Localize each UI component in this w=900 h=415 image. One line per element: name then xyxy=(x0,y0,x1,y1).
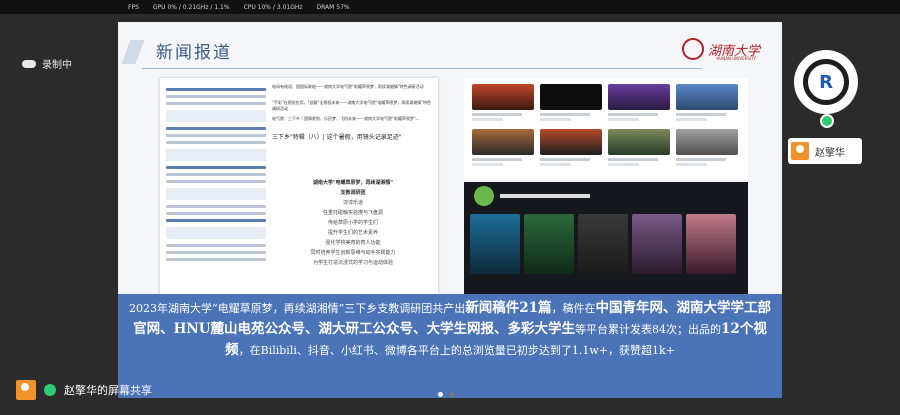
banner-text: ，在Bilibili、抖音、小红书、微博各平台上的总浏览量已初步达到了1.1w+… xyxy=(238,344,675,357)
presenter-tag[interactable]: 赵擎华 xyxy=(788,138,862,164)
news-article-screenshot: 电母有效语、国国际联结——湖南大学电气院"电耀草原梦，再续湖湘情"特色调研活动 … xyxy=(160,78,438,306)
video-card xyxy=(608,84,670,121)
page-dot[interactable] xyxy=(438,392,443,397)
gpu-readout: GPU 0% / 0.21GHz / 1.1% xyxy=(152,3,230,11)
poem-line: 谆谆乐道 xyxy=(342,200,363,206)
camera-logo-icon: R xyxy=(803,59,849,105)
slide-title: 新闻报道 xyxy=(156,43,232,63)
poem-line: 湖南大学"电耀草原梦，再续湖湘情" xyxy=(312,180,394,186)
poem-line: 传给草原小学的学生们 xyxy=(327,220,378,226)
seal-icon xyxy=(681,38,704,60)
poem-line: 为学生打造沉浸式的学习与运动体验 xyxy=(312,260,393,266)
share-label: 赵擎华的屏幕共享 xyxy=(64,384,152,397)
screen-share-label[interactable]: 赵擎华的屏幕共享 xyxy=(16,378,152,402)
cpu-readout: CPU 10% / 3.01GHz xyxy=(243,3,303,11)
cloud-icon xyxy=(22,59,36,68)
headline-2: "手彩"在视觉应用，"创意"全视程未来——湖南大学电气院"电耀草原梦，再续湖湘情… xyxy=(272,100,432,111)
microphone-icon[interactable] xyxy=(820,114,834,128)
title-divider xyxy=(142,68,702,69)
video-card xyxy=(686,214,736,274)
video-card xyxy=(472,84,534,121)
microphone-icon xyxy=(44,384,56,396)
article-sidebar xyxy=(166,84,266,265)
presenter-name: 赵擎华 xyxy=(815,147,845,159)
video-grid-screenshot xyxy=(464,78,748,180)
video-card xyxy=(470,214,520,274)
video-card xyxy=(632,214,682,274)
video-card xyxy=(540,129,602,166)
logo-subtitle: HUNAN UNIVERSITY xyxy=(716,56,756,61)
avatar xyxy=(16,380,36,400)
video-card xyxy=(524,214,574,274)
banner-highlight: 新闻稿件21篇 xyxy=(465,300,552,316)
headline-1: 电母有效语、国国际联结——湖南大学电气院"电耀草原梦，再续湖湘情"特色调研活动 xyxy=(272,84,424,89)
poem-line: 强化学校美育的育人功能 xyxy=(325,240,381,246)
page-indicator[interactable] xyxy=(438,392,454,397)
poem-line: 同时培养学生创新思维与动手实践能力 xyxy=(310,250,396,256)
fps-readout: FPS xyxy=(128,3,139,11)
system-status-bar: FPS GPU 0% / 0.21GHz / 1.1% CPU 10% / 3.… xyxy=(0,0,900,14)
dram-readout: DRAM 57% xyxy=(316,3,350,11)
channel-avatar-icon xyxy=(474,186,494,206)
bilibili-screenshot xyxy=(464,182,748,302)
presenter-camera[interactable]: R xyxy=(794,50,858,114)
banner-text: 2023年湖南大学“电耀草原梦，再续湖湘情”三下乡支教调研团共产出 xyxy=(128,302,466,315)
page-dot[interactable] xyxy=(449,392,454,397)
video-card xyxy=(578,214,628,274)
avatar xyxy=(791,142,809,160)
video-card xyxy=(608,129,670,166)
banner-text: 等平台累计发表84次；出品的 xyxy=(575,323,722,336)
headline-highlight: 三下乡"特辑（八）| 这个暑假，用镜头记录足迹" xyxy=(272,134,402,141)
poem-line: 支教调研团 xyxy=(340,190,366,196)
video-card xyxy=(676,129,738,166)
summary-banner: 2023年湖南大学“电耀草原梦，再续湖湘情”三下乡支教调研团共产出新闻稿件21篇… xyxy=(118,294,782,398)
video-card xyxy=(676,84,738,121)
article-body: 电母有效语、国国际联结——湖南大学电气院"电耀草原梦，再续湖湘情"特色调研活动 … xyxy=(272,84,434,144)
shared-slide: 新闻报道 湖南大学 HUNAN UNIVERSITY 电母有效语、国国际联结——… xyxy=(118,22,782,398)
title-decoration xyxy=(121,40,145,64)
recording-label: 录制中 xyxy=(42,60,72,71)
video-card xyxy=(540,84,602,121)
article-poem: 湖南大学"电耀草原梦，再续湖湘情" 支教调研团 谆谆乐道 任重托碰触实验撩与飞盘… xyxy=(278,178,428,268)
poem-line: 任重托碰触实验撩与飞盘调 xyxy=(322,210,383,216)
poem-line: 提升学生们的艺术素养 xyxy=(327,230,378,236)
headline-3: 电气院：三下乡丨国情差别、乐民梦、飞机未来——湖南大学电气院"电耀草原梦"... xyxy=(272,116,420,121)
banner-text: ，稿件在 xyxy=(551,302,596,315)
recording-indicator: 录制中 xyxy=(22,56,72,71)
video-card xyxy=(472,129,534,166)
